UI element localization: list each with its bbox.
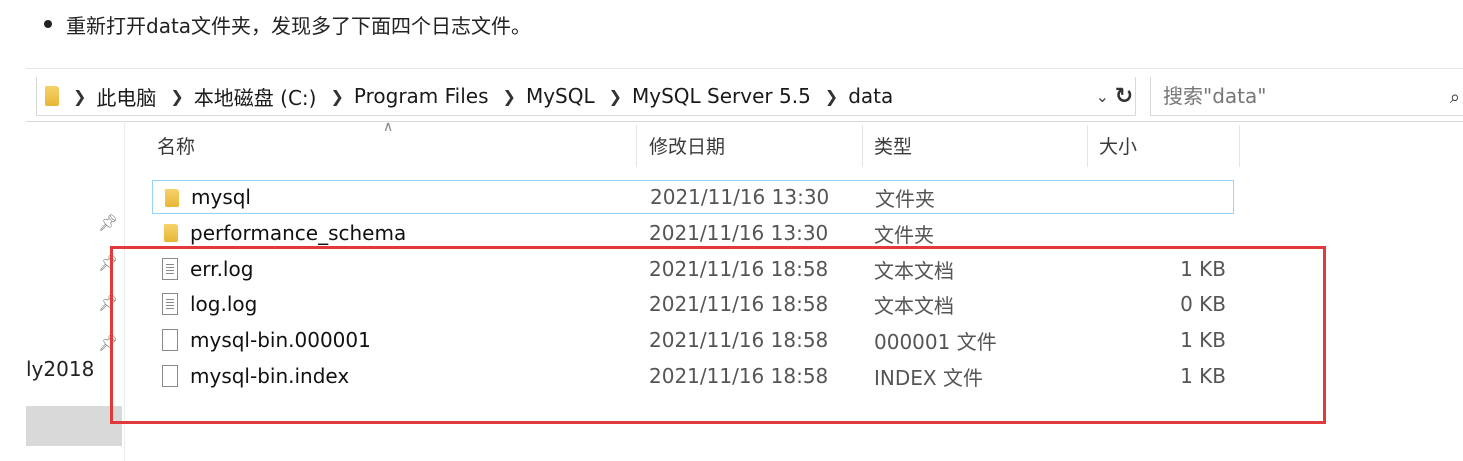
file-date: 2021/11/16 13:30 bbox=[649, 221, 829, 245]
chevron-right-icon[interactable]: ❯ bbox=[503, 87, 516, 106]
column-divider[interactable] bbox=[636, 125, 637, 167]
instruction-text: 重新打开data文件夹，发现多了下面四个日志文件。 bbox=[66, 13, 532, 38]
address-bar: ❯ 此电脑 ❯ 本地磁盘 (C:) ❯ Program Files ❯ MySQ… bbox=[26, 69, 1463, 122]
bullet-dot bbox=[44, 20, 52, 28]
breadcrumb-this-pc[interactable]: 此电脑 bbox=[96, 82, 156, 111]
file-type: 文件夹 bbox=[875, 186, 935, 211]
file-row-performance-schema[interactable]: performance_schema 2021/11/16 13:30 文件夹 bbox=[152, 216, 1234, 250]
breadcrumb-mysql-server[interactable]: MySQL Server 5.5 bbox=[632, 84, 811, 108]
file-name: mysql bbox=[191, 185, 251, 209]
nav-item-selected[interactable] bbox=[26, 406, 122, 446]
folder-icon bbox=[45, 86, 59, 106]
column-header-size[interactable]: 大小 bbox=[1099, 125, 1137, 165]
refresh-icon[interactable]: ↻ bbox=[1111, 83, 1137, 109]
chevron-right-icon[interactable]: ❯ bbox=[170, 87, 183, 106]
file-row-mysql[interactable]: mysql 2021/11/16 13:30 文件夹 bbox=[152, 180, 1234, 214]
column-divider[interactable] bbox=[1239, 125, 1240, 167]
search-input[interactable] bbox=[1161, 83, 1425, 109]
file-type: 文件夹 bbox=[874, 222, 934, 247]
search-box[interactable]: ⌕ bbox=[1150, 77, 1463, 116]
column-header-name[interactable]: 名称 bbox=[157, 125, 195, 165]
chevron-right-icon[interactable]: ❯ bbox=[825, 87, 838, 106]
breadcrumb[interactable]: ❯ 此电脑 ❯ 本地磁盘 (C:) ❯ Program Files ❯ MySQ… bbox=[36, 77, 1136, 116]
column-header-date[interactable]: 修改日期 bbox=[649, 125, 725, 165]
file-date: 2021/11/16 13:30 bbox=[650, 185, 830, 209]
sort-up-icon: ∧ bbox=[383, 119, 394, 135]
file-name: performance_schema bbox=[190, 221, 407, 245]
annotation-highlight-box bbox=[110, 246, 1326, 424]
breadcrumb-mysql[interactable]: MySQL bbox=[526, 84, 595, 108]
search-icon[interactable]: ⌕ bbox=[1450, 87, 1460, 108]
chevron-right-icon[interactable]: ❯ bbox=[330, 87, 343, 106]
column-divider[interactable] bbox=[862, 125, 863, 167]
chevron-right-icon[interactable]: ❯ bbox=[609, 87, 622, 106]
breadcrumb-data[interactable]: data bbox=[848, 84, 893, 108]
breadcrumb-program-files[interactable]: Program Files bbox=[354, 84, 489, 108]
breadcrumb-local-disk[interactable]: 本地磁盘 (C:) bbox=[194, 82, 317, 111]
folder-icon bbox=[164, 224, 178, 242]
chevron-right-icon[interactable]: ❯ bbox=[73, 87, 86, 106]
column-divider[interactable] bbox=[1087, 125, 1088, 167]
instruction-line: 重新打开data文件夹，发现多了下面四个日志文件。 bbox=[44, 8, 531, 40]
nav-item-label[interactable]: ly2018 bbox=[26, 357, 94, 381]
chevron-down-icon[interactable]: ⌄ bbox=[1096, 87, 1109, 106]
pin-icon[interactable]: 📌︎ bbox=[98, 213, 118, 233]
column-header-type[interactable]: 类型 bbox=[874, 125, 912, 165]
folder-icon bbox=[165, 189, 179, 207]
